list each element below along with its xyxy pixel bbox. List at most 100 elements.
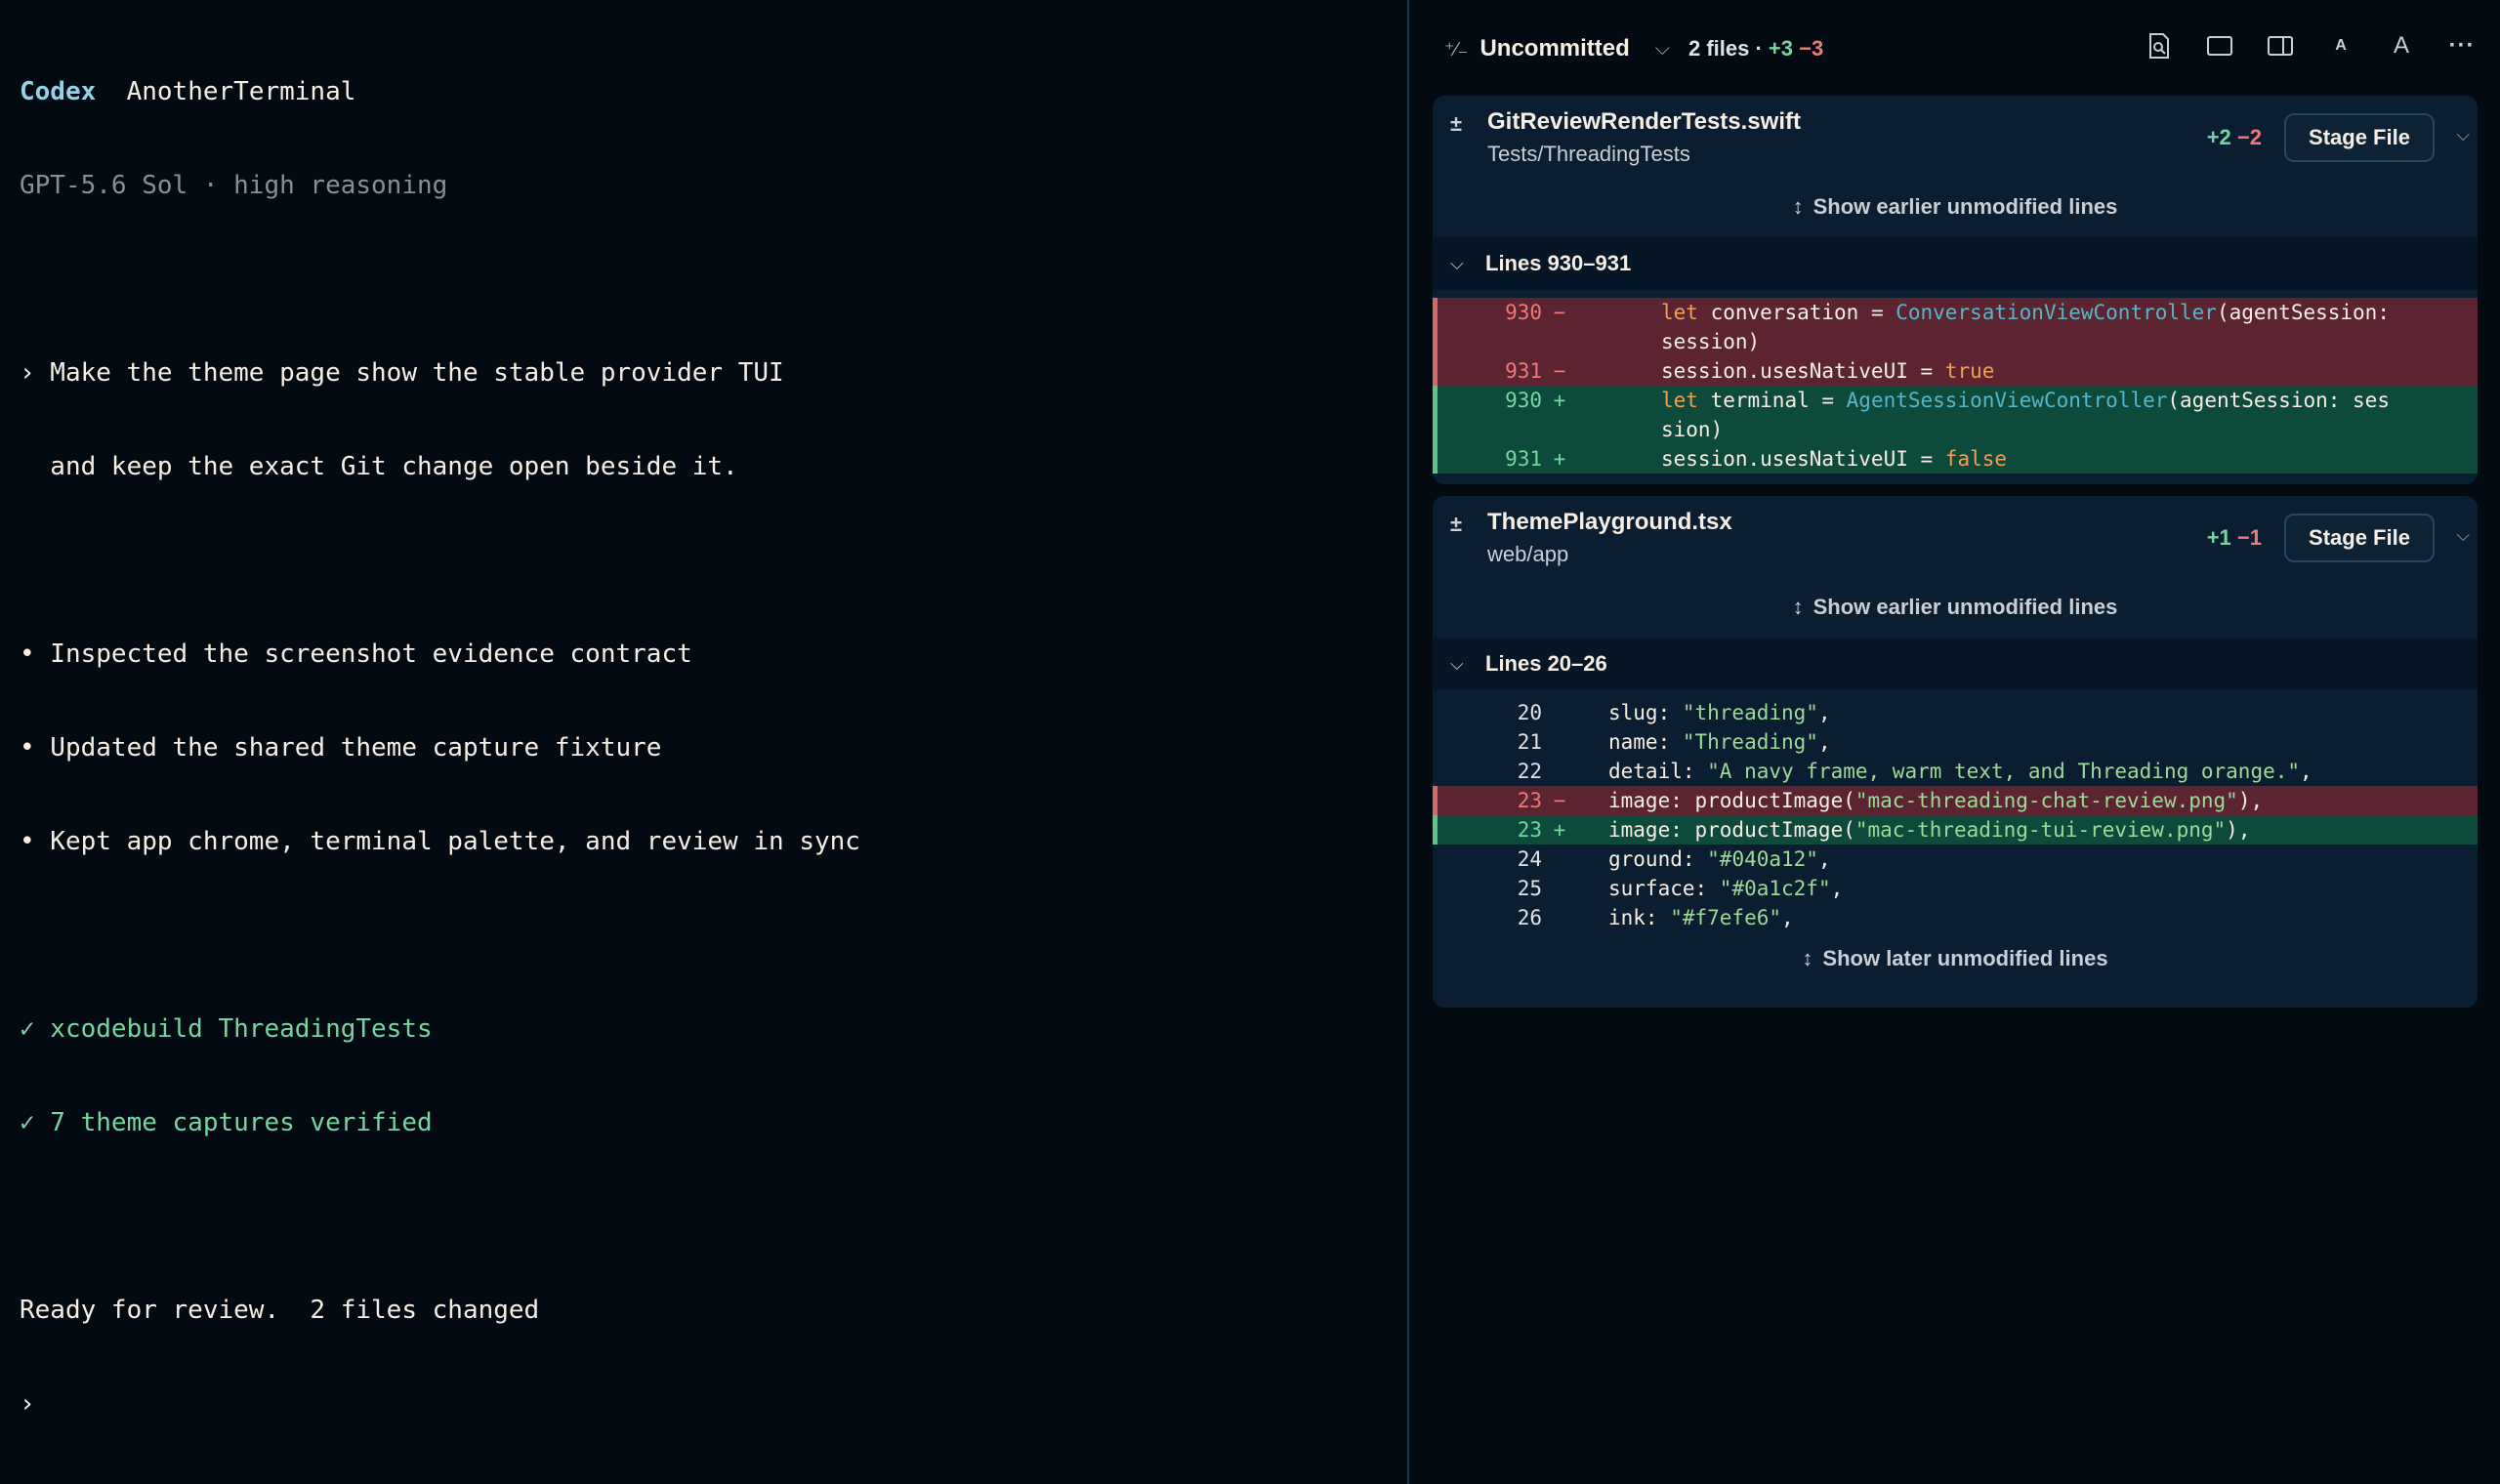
chevron-down-icon[interactable]: ⌵ [2456,525,2470,546]
code-text: session) [1573,327,2478,356]
bullet-item: • Inspected the screenshot evidence cont… [20,639,692,669]
line-number [1433,415,1546,444]
diff-summary: 2 files · +3 −3 [1688,34,1823,63]
hunk-header[interactable]: ⌵ Lines 930–931 [1433,237,2478,290]
context-line[interactable]: 24 ground: "#040a12", [1433,845,2478,874]
line-number: 23 [1517,818,1542,842]
code-token: (agentSession: [2216,301,2390,324]
added-line[interactable]: 931 + session.usesNativeUI = false [1433,444,2478,474]
check-item: ✓ xcodebuild ThreadingTests [20,1014,433,1044]
show-later-label: Show later unmodified lines [1822,946,2108,970]
diff-hunk: 930− let conversation = ConversationViewC… [1433,290,2478,474]
context-line[interactable]: 25 surface: "#0a1c2f", [1433,874,2478,903]
added-count: +3 [1768,36,1794,61]
removed-line[interactable]: 930− let conversation = ConversationViewC… [1433,298,2478,327]
expand-icon: ↕ [1792,595,1804,619]
code-token: terminal = [1697,389,1847,412]
code-text: surface: "#0a1c2f", [1573,874,2478,903]
terminal-header: Codex AnotherTerminal [20,76,1388,107]
chevron-down-icon[interactable]: ⌵ [2456,125,2470,145]
status-line: Ready for review. 2 files changed [20,1296,540,1325]
code-token: , [1817,730,1831,754]
show-later-lines[interactable]: ↕ Show later unmodified lines [1433,932,2478,985]
code-token: , [2300,760,2312,783]
context-line[interactable]: 22 detail: "A navy frame, warm text, and … [1433,757,2478,786]
string-token: "#0a1c2f" [1719,877,1831,900]
string-token: "A navy frame, warm text, and Threading … [1707,760,2301,783]
context-line[interactable]: 21 name: "Threading", [1433,727,2478,757]
font-larger-glyph: A [2393,32,2409,59]
line-number: 22 [1517,760,1542,783]
font-smaller-glyph: A [2335,37,2347,54]
added-line[interactable]: 23 + image: productImage("mac-threading-tu… [1433,815,2478,845]
file-added: +1 [2206,525,2231,550]
stage-file-button[interactable]: Stage File [2284,113,2435,162]
type-token: AgentSessionViewController [1846,389,2168,412]
search-doc-icon[interactable] [2145,31,2174,61]
removed-line[interactable]: 931− session.usesNativeUI = true [1433,356,2478,386]
expand-icon: ↕ [1792,194,1804,219]
keyword-token: let [1661,389,1698,412]
string-token: "#040a12" [1707,847,1818,871]
model-line: GPT-5.6 Sol · high reasoning [20,171,448,200]
code-token: , [1817,847,1831,871]
modified-icon: ± [1450,512,1463,536]
diff-marker [1546,698,1573,727]
hunk-header[interactable]: ⌵ Lines 20–26 [1433,638,2478,690]
more-icon[interactable]: ··· [2447,31,2477,61]
show-earlier-lines[interactable]: ↕ Show earlier unmodified lines [1433,590,2478,625]
file-removed: −2 [2236,125,2262,149]
string-token: "mac-threading-chat-review.png" [1854,789,2238,812]
removed-line[interactable]: 23− image: productImage("mac-threading-ch… [1433,786,2478,815]
font-larger-icon[interactable]: A [2387,31,2416,61]
code-token: session.usesNativeUI = [1661,359,1945,383]
more-glyph: ··· [2448,32,2476,59]
file-name[interactable]: GitReviewRenderTests.swift [1487,108,1801,136]
diff-marker: + [1553,818,1566,842]
diff-marker: − [1553,301,1566,324]
split-pane-icon[interactable] [2266,31,2295,61]
code-token: surface: [1608,877,1720,900]
code-text: session.usesNativeUI = true [1573,356,2478,386]
branch-selector[interactable]: ⁺⁄₋ Uncommitted ⌵ [1444,34,1670,63]
file-name[interactable]: ThemePlayground.tsx [1487,509,1732,536]
context-line[interactable]: 20 slug: "threading", [1433,698,2478,727]
diff-hunk: 20 slug: "threading", 21 name: "Threading",… [1433,690,2478,932]
file-header: ± ThemePlayground.tsx web/app +1 −1 Stag… [1433,496,2478,638]
code-token: ), [2226,818,2251,842]
code-token: , [1781,906,1794,929]
diff-marker [1546,327,1573,356]
review-toolbar: ⁺⁄₋ Uncommitted ⌵ 2 files · +3 −3 A A ··… [1409,0,2500,98]
code-token: ), [2237,789,2264,812]
hunk-title: Lines 930–931 [1485,251,1632,275]
show-earlier-lines[interactable]: ↕ Show earlier unmodified lines [1433,189,2478,225]
modified-icon: ± [1450,111,1463,136]
code-token: , [1817,701,1831,724]
removed-line[interactable]: session) [1433,327,2478,356]
type-token: ConversationViewController [1896,301,2217,324]
check-item: ✓ 7 theme captures verified [20,1108,433,1137]
font-smaller-icon[interactable]: A [2326,31,2355,61]
file-removed: −1 [2236,525,2262,550]
line-number [1433,327,1546,356]
review-pane: ⁺⁄₋ Uncommitted ⌵ 2 files · +3 −3 A A ··… [1409,0,2500,1484]
terminal-pane[interactable]: Codex AnotherTerminal GPT-5.6 Sol · high… [0,0,1407,1484]
added-line[interactable]: 930 + let terminal = AgentSessionViewContr… [1433,386,2478,415]
diff-marker: − [1553,789,1566,812]
input-prompt[interactable]: › [20,1388,1388,1420]
diff-marker [1546,845,1573,874]
code-token: image: productImage( [1608,818,1855,842]
string-token: "mac-threading-tui-review.png" [1854,818,2227,842]
string-token: "#f7efe6" [1670,906,1782,929]
single-pane-icon[interactable] [2205,31,2234,61]
string-token: "Threading" [1682,730,1818,754]
file-path: web/app [1487,542,1569,566]
stage-file-button[interactable]: Stage File [2284,514,2435,562]
line-number: 930 [1505,301,1542,324]
show-earlier-label: Show earlier unmodified lines [1812,194,2118,219]
added-line[interactable]: sion) [1433,415,2478,444]
diff-marker [1546,874,1573,903]
code-text: detail: "A navy frame, warm text, and Th… [1573,757,2478,786]
context-line[interactable]: 26 ink: "#f7efe6", [1433,903,2478,932]
